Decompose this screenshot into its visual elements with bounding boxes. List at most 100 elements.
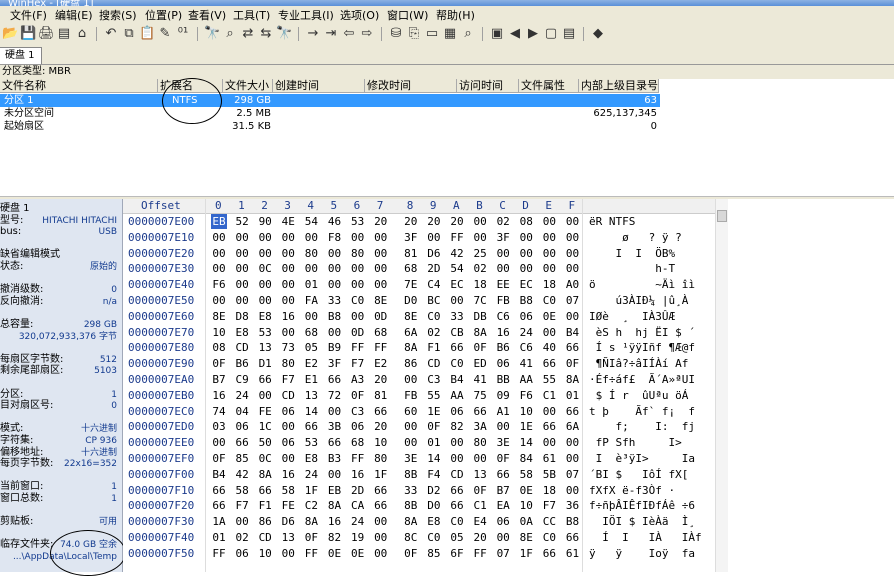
scrollbar-thumb[interactable] xyxy=(717,210,727,222)
hex-byte[interactable]: 00 xyxy=(449,451,465,466)
hex-byte[interactable]: 8E xyxy=(403,309,419,324)
hex-byte[interactable]: 3E xyxy=(403,451,419,466)
hex-byte[interactable]: 36 xyxy=(565,498,581,513)
hex-byte[interactable]: B8 xyxy=(518,293,534,308)
hex-byte[interactable]: 00 xyxy=(257,230,273,245)
hex-byte[interactable]: A0 xyxy=(565,277,581,292)
hex-byte[interactable]: 00 xyxy=(403,435,419,450)
hex-byte[interactable]: 24 xyxy=(303,467,319,482)
ascii-text[interactable]: èS h hj ËI $ ´ xyxy=(589,325,695,340)
hex-byte[interactable]: 8A xyxy=(257,467,273,482)
hex-byte[interactable]: 53 xyxy=(350,214,366,229)
hex-byte[interactable]: 86 xyxy=(403,356,419,371)
hex-byte[interactable]: B8 xyxy=(327,309,343,324)
hex-byte[interactable]: CD xyxy=(234,340,250,355)
hex-byte[interactable]: FE xyxy=(280,498,296,513)
hex-byte[interactable]: B6 xyxy=(495,340,511,355)
hex-byte[interactable]: 00 xyxy=(350,277,366,292)
hex-byte[interactable]: 00 xyxy=(541,325,557,340)
hex-byte[interactable]: F6 xyxy=(518,388,534,403)
ascii-text[interactable]: IØè ¸ IÀ3ÛÆ xyxy=(589,309,675,324)
hex-byte[interactable]: C0 xyxy=(449,356,465,371)
hex-byte[interactable]: 05 xyxy=(303,340,319,355)
hex-byte[interactable]: 07 xyxy=(565,293,581,308)
hex-byte[interactable]: 00 xyxy=(403,419,419,434)
hex-byte[interactable]: B9 xyxy=(327,340,343,355)
hex-byte[interactable]: 25 xyxy=(472,246,488,261)
hex-byte[interactable]: 00 xyxy=(234,230,250,245)
hex-byte[interactable]: 1C xyxy=(257,419,273,434)
ascii-text[interactable]: ÿ ÿ Ioÿ fa xyxy=(589,546,695,561)
hex-byte[interactable]: E8 xyxy=(257,309,273,324)
hex-byte[interactable]: 05 xyxy=(449,530,465,545)
hex-byte[interactable]: 1E xyxy=(426,404,442,419)
hex-byte[interactable]: 06 xyxy=(350,419,366,434)
ascii-text[interactable]: $ Í r ûUªu öÁ xyxy=(589,388,689,403)
hex-byte[interactable]: 00 xyxy=(327,261,343,276)
hex-byte[interactable]: 10 xyxy=(257,546,273,561)
hex-byte[interactable]: E2 xyxy=(303,356,319,371)
hex-byte[interactable]: E8 xyxy=(426,514,442,529)
hex-byte[interactable]: 00 xyxy=(257,388,273,403)
hex-byte[interactable]: 66 xyxy=(373,483,389,498)
hex-byte[interactable]: 00 xyxy=(373,514,389,529)
hex-byte[interactable]: 68 xyxy=(303,325,319,340)
hex-byte[interactable]: F7 xyxy=(280,372,296,387)
hex-byte[interactable]: FE xyxy=(257,404,273,419)
hex-byte[interactable]: 0F xyxy=(303,530,319,545)
hex-byte[interactable]: 8A xyxy=(303,514,319,529)
hex-byte[interactable]: 66 xyxy=(327,372,343,387)
hex-byte[interactable]: 02 xyxy=(495,214,511,229)
hex-byte[interactable]: C1 xyxy=(472,498,488,513)
hex-byte[interactable]: F1 xyxy=(257,498,273,513)
hex-byte[interactable]: 20 xyxy=(426,214,442,229)
menu-item[interactable]: 查看(V) xyxy=(188,7,226,23)
hex-byte[interactable]: 55 xyxy=(426,388,442,403)
hex-byte[interactable]: 2D xyxy=(426,261,442,276)
goto-offset-icon[interactable]: → xyxy=(305,26,321,42)
hex-byte[interactable]: 00 xyxy=(234,277,250,292)
menu-item[interactable]: 位置(P) xyxy=(145,7,182,23)
hex-byte[interactable]: 61 xyxy=(541,451,557,466)
hex-byte[interactable]: BB xyxy=(495,372,511,387)
hex-byte[interactable]: C6 xyxy=(495,309,511,324)
ascii-text[interactable]: f÷ñþÂIÊfIÐfÁê ÷6 xyxy=(589,498,695,513)
hex-byte[interactable]: 00 xyxy=(472,451,488,466)
hex-byte[interactable]: 00 xyxy=(541,230,557,245)
hex-byte[interactable]: 00 xyxy=(495,261,511,276)
hex-byte[interactable]: 00 xyxy=(541,246,557,261)
hex-byte[interactable]: EC xyxy=(518,277,534,292)
forward-icon[interactable]: ⇨ xyxy=(359,26,375,42)
hex-byte[interactable]: 0F xyxy=(350,388,366,403)
hex-byte[interactable]: 16 xyxy=(211,388,227,403)
hex-byte[interactable]: 52 xyxy=(234,214,250,229)
hex-byte[interactable]: 18 xyxy=(541,277,557,292)
hex-byte[interactable]: 08 xyxy=(518,214,534,229)
ascii-text[interactable]: Í s ¹ÿÿIñf ¶Æ@f xyxy=(589,340,695,355)
hex-byte[interactable]: EE xyxy=(495,277,511,292)
hex-byte[interactable]: 5B xyxy=(541,467,557,482)
hex-byte[interactable]: 66 xyxy=(373,498,389,513)
hex-byte[interactable]: 13 xyxy=(303,388,319,403)
hex-byte[interactable]: 8E xyxy=(518,530,534,545)
hex-byte[interactable]: 85 xyxy=(426,546,442,561)
menu-item[interactable]: 编辑(E) xyxy=(55,7,93,23)
menu-item[interactable]: 搜索(S) xyxy=(99,7,137,23)
hex-byte[interactable]: 42 xyxy=(449,246,465,261)
hex-byte[interactable]: CA xyxy=(350,498,366,513)
hex-byte[interactable]: 20 xyxy=(403,214,419,229)
hex-byte[interactable]: 3B xyxy=(327,419,343,434)
hex-byte[interactable]: 68 xyxy=(403,261,419,276)
hex-byte[interactable]: 16 xyxy=(495,325,511,340)
hex-byte[interactable]: 13 xyxy=(257,340,273,355)
ascii-text[interactable]: ¶ÑIâ?÷âIÍÀí Af xyxy=(589,356,689,371)
hex-byte[interactable]: 00 xyxy=(211,261,227,276)
hex-byte[interactable]: CD xyxy=(280,388,296,403)
ascii-text[interactable]: IÖI $ IèÀä Ì¸ xyxy=(589,514,695,529)
column-header[interactable]: 修改时间 xyxy=(365,79,457,93)
hex-byte[interactable]: 74 xyxy=(211,404,227,419)
hex-byte[interactable]: 00 xyxy=(280,419,296,434)
find-hex-icon[interactable]: ⌕ xyxy=(222,26,238,42)
hex-byte[interactable]: 00 xyxy=(449,293,465,308)
column-header[interactable]: 文件属性 xyxy=(519,79,579,93)
